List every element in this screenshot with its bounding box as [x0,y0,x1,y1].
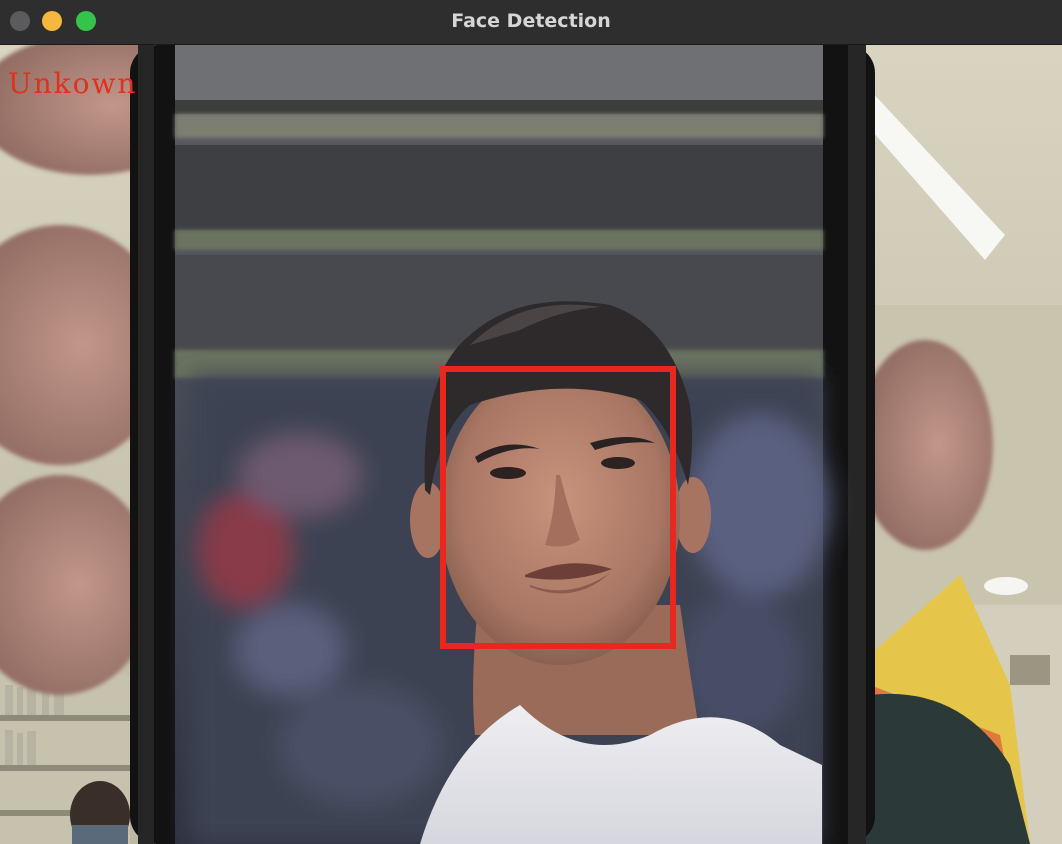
detection-label: Unkown [8,67,138,100]
camera-frame: Unkown [0,45,1062,844]
face-detection-window: Face Detection Unkown [0,0,1062,844]
window-title: Face Detection [451,10,611,32]
title-bar[interactable]: Face Detection [0,0,1062,45]
camera-feed-image [0,45,1062,844]
